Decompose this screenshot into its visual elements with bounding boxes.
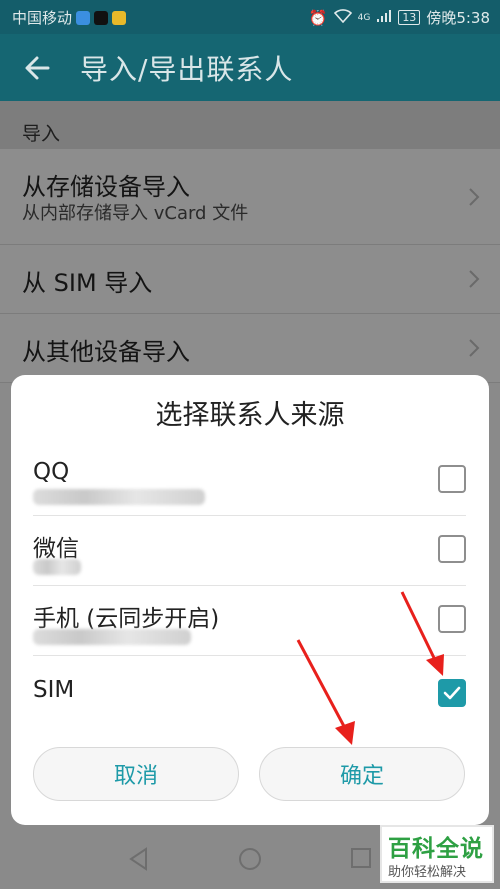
wifi-icon [333, 8, 352, 27]
import-from-sim-item[interactable]: 从 SIM 导入 [0, 245, 500, 314]
option-qq-checkbox[interactable] [438, 465, 466, 493]
option-wechat[interactable]: 微信 [33, 515, 466, 586]
time-label: 傍晚5:38 [426, 9, 490, 27]
tiktok-icon [94, 10, 109, 25]
mail-icon [112, 10, 127, 25]
import-from-storage-item[interactable]: 从存储设备导入 从内部存储导入 vCard 文件 [0, 149, 500, 245]
option-wechat-label: 微信 [33, 536, 79, 562]
blurred-account-text [33, 629, 191, 645]
confirm-button[interactable]: 确定 [259, 747, 465, 801]
import-from-other-device-title: 从其他设备导入 [22, 338, 190, 366]
option-sim-checkbox[interactable] [438, 679, 466, 707]
option-phone[interactable]: 手机 (云同步开启) [33, 585, 466, 656]
option-phone-label: 手机 (云同步开启) [33, 606, 220, 632]
import-from-sim-title: 从 SIM 导入 [22, 269, 153, 297]
cancel-button[interactable]: 取消 [33, 747, 239, 801]
option-sim[interactable]: SIM [33, 655, 466, 725]
import-from-storage-title: 从存储设备导入 [22, 173, 190, 201]
chevron-right-icon [469, 339, 480, 357]
action-bar: 导入/导出联系人 [0, 34, 500, 101]
back-arrow-icon[interactable] [20, 50, 56, 86]
network-type-label: 4G [357, 12, 371, 23]
watermark-logo: 百科全说 助你轻松解决 [380, 825, 494, 883]
battery-indicator: 13 [398, 10, 421, 25]
blurred-account-text [33, 559, 81, 575]
import-from-other-device-item[interactable]: 从其他设备导入 [0, 314, 500, 383]
dialog-title: 选择联系人来源 [155, 400, 345, 431]
blurred-account-text [33, 489, 205, 505]
check-icon [443, 686, 461, 700]
carrier-label: 中国移动 [12, 9, 73, 27]
import-from-storage-subtitle: 从内部存储导入 vCard 文件 [22, 203, 249, 224]
section-heading-import: 导入 [0, 101, 500, 149]
watermark-tagline: 助你轻松解决 [388, 865, 467, 880]
app-notification-icon [76, 10, 91, 25]
nav-recents-icon[interactable] [350, 847, 372, 869]
status-bar: 中国移动 ⏰ 4G 13 傍晚5:38 [0, 0, 500, 34]
status-right: ⏰ 4G 13 傍晚5:38 [309, 7, 490, 28]
chevron-right-icon [469, 188, 480, 206]
page-title: 导入/导出联系人 [80, 53, 294, 86]
option-sim-label: SIM [33, 677, 75, 703]
contact-source-dialog: 选择联系人来源 QQ 微信 手机 (云同步开启) SIM 取消 确定 [11, 375, 489, 825]
option-phone-checkbox[interactable] [438, 605, 466, 633]
chevron-right-icon [469, 270, 480, 288]
nav-home-icon[interactable] [238, 847, 262, 871]
alarm-icon: ⏰ [308, 8, 328, 27]
option-wechat-checkbox[interactable] [438, 535, 466, 563]
option-qq-label: QQ [33, 459, 70, 485]
nav-back-icon[interactable] [128, 847, 150, 871]
watermark-brand: 百科全说 [388, 836, 484, 862]
status-left: 中国移动 [12, 7, 127, 28]
option-qq[interactable]: QQ [33, 445, 466, 516]
signal-icon [376, 9, 392, 27]
